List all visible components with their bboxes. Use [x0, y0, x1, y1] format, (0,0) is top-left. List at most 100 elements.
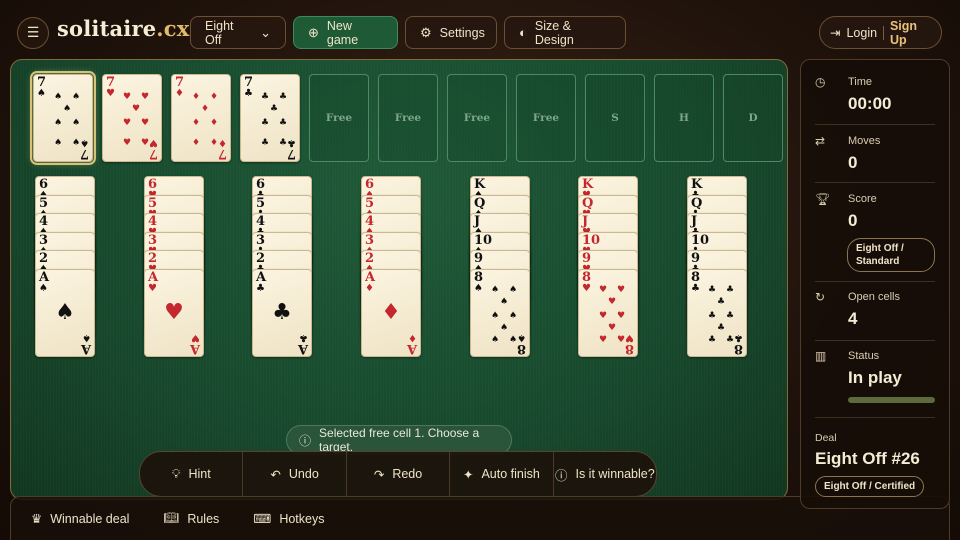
card-rank: 8: [691, 269, 701, 285]
score-stat: 🏆︎ Score 0: [815, 192, 937, 233]
empty-free-cell[interactable]: Free: [378, 74, 438, 162]
tableau-card[interactable]: A ♠ A ♠ ♠: [35, 268, 95, 357]
open-cells-stat: ↻ Open cells 4: [815, 290, 937, 331]
moves-value: 0: [848, 153, 858, 172]
empty-free-cell[interactable]: Free: [516, 74, 576, 162]
hint-button[interactable]: 💡︎ Hint: [140, 452, 244, 496]
winnable-deal-label: Winnable deal: [50, 511, 130, 526]
card-suit-corner: ♣: [734, 331, 743, 343]
undo-button[interactable]: ↶ Undo: [243, 452, 347, 496]
menu-button[interactable]: ☰: [17, 17, 49, 49]
signup-link[interactable]: Sign Up: [890, 19, 931, 47]
card-pip: ♦: [192, 118, 201, 128]
freecell-card[interactable]: 7 ♦ 7 ♦ ♦ ♦ ♦ ♦ ♦ ♦ ♦: [171, 74, 231, 162]
score-mode-badge: Eight Off / Standard: [847, 238, 935, 272]
card-pip: ♥: [132, 104, 141, 114]
card-rank: Q: [582, 195, 594, 211]
card-rank: 10: [474, 232, 493, 248]
info-icon: ⓘ: [554, 468, 568, 483]
variant-select[interactable]: Eight Off ⌄: [190, 16, 286, 49]
card-rank-corner: 7: [286, 146, 296, 161]
card-pip: ♠: [491, 284, 500, 295]
winnable-deal-link[interactable]: ♛ Winnable deal: [31, 511, 130, 527]
card-pip: ♠: [491, 310, 500, 321]
open-cells-label: Open cells: [848, 291, 900, 303]
top-bar: ☰ solitaire.cx Eight Off ⌄ ⊕ New game ⚙ …: [0, 0, 960, 62]
winnable-button[interactable]: ⓘ Is it winnable?: [554, 452, 656, 496]
card-pip: ♠: [500, 322, 509, 333]
auto-finish-button[interactable]: ✦ Auto finish: [450, 452, 554, 496]
card-suit: ♠: [39, 282, 48, 294]
freecell-card[interactable]: 7 ♣ 7 ♣ ♣ ♣ ♣ ♣ ♣ ♣ ♣: [240, 74, 300, 162]
foundation-slot[interactable]: D: [723, 74, 783, 162]
card-pip: ♠: [491, 334, 500, 345]
card-pip: ♠: [500, 296, 509, 307]
score-label: Score: [848, 193, 877, 205]
tableau-card[interactable]: A ♣ A ♣ ♣: [252, 268, 312, 357]
card-pip: ♥: [123, 92, 132, 102]
stats-sidebar: ◷ Time 00:00 ⇄ Moves 0 🏆︎ Score 0 Eight …: [800, 59, 950, 509]
size-design-button[interactable]: ◐ Size & Design: [504, 16, 626, 49]
redo-button[interactable]: ↷ Redo: [347, 452, 451, 496]
card-suit-corner: ♠: [82, 331, 91, 343]
card-pip: ♥: [608, 322, 617, 333]
card-suit-corner: ♣: [299, 331, 308, 343]
info-icon: ⓘ: [299, 433, 312, 448]
freecell-card[interactable]: 7 ♠ 7 ♠ ♠ ♠ ♠ ♠ ♠ ♠ ♠: [30, 71, 96, 165]
time-label: Time: [848, 76, 873, 88]
card-rank-corner: A: [189, 340, 200, 356]
redo-label: Redo: [392, 467, 423, 481]
card-pip: ♣: [279, 92, 288, 102]
new-game-button[interactable]: ⊕ New game: [293, 16, 398, 49]
status-value: In play: [848, 368, 902, 387]
tableau-card[interactable]: A ♦ A ♦ ♦: [361, 268, 421, 357]
card-pip: ♣: [717, 296, 726, 307]
card-pip: ♥: [608, 296, 617, 307]
login-link[interactable]: Login: [846, 26, 877, 40]
card-rank: A: [39, 269, 50, 285]
rules-link[interactable]: 📖︎ Rules: [163, 511, 219, 526]
card-pip: ♥: [599, 310, 608, 321]
hint-label: Hint: [188, 467, 211, 481]
empty-free-cell[interactable]: Free: [309, 74, 369, 162]
logo[interactable]: solitaire.cx: [57, 16, 190, 41]
open-cells-value: 4: [848, 309, 858, 328]
card-suit-corner: ♠: [517, 331, 526, 343]
gear-icon: ⚙: [420, 24, 432, 40]
card-pip: ♣: [726, 284, 735, 295]
hotkeys-link[interactable]: ⌨ Hotkeys: [253, 511, 324, 527]
card-rank-corner: 7: [217, 146, 227, 161]
card-rank-corner: 7: [79, 146, 89, 161]
card-pip: ♣: [270, 104, 279, 114]
deal-label: Deal: [815, 432, 837, 444]
card-pip: ♥: [141, 118, 150, 128]
card-pip: ♠: [72, 118, 81, 128]
freecell-card[interactable]: 7 ♥ 7 ♥ ♥ ♥ ♥ ♥ ♥ ♥ ♥: [102, 74, 162, 162]
card-rank: 5: [256, 195, 266, 211]
tableau-card[interactable]: A ♥ A ♥ ♥: [144, 268, 204, 357]
toast-text: Selected free cell 1. Choose a target.: [319, 426, 480, 454]
settings-label: Settings: [439, 25, 485, 40]
card-rank-corner: 8: [733, 340, 743, 356]
settings-button[interactable]: ⚙ Settings: [405, 16, 497, 49]
sparkle-icon: ✦: [462, 467, 474, 482]
tableau-card[interactable]: 8 ♠ 8 ♠ ♠ ♠ ♠ ♠ ♠ ♠ ♠ ♠: [470, 268, 530, 357]
card-suit-corner: ♦: [218, 137, 227, 148]
foundation-slot[interactable]: H: [654, 74, 714, 162]
bar-chart-icon: ▥: [815, 349, 827, 363]
empty-free-cell[interactable]: Free: [447, 74, 507, 162]
card-pip: ♠: [72, 138, 81, 148]
card-rank: A: [148, 269, 159, 285]
foundation-slot[interactable]: S: [585, 74, 645, 162]
tableau-card[interactable]: 8 ♥ 8 ♥ ♥ ♥ ♥ ♥ ♥ ♥ ♥ ♥: [578, 268, 638, 357]
auto-finish-label: Auto finish: [481, 467, 540, 481]
card-suit: ♥: [582, 282, 591, 294]
card-suit-corner: ♥: [191, 331, 200, 343]
card-pip: ♣: [708, 310, 717, 321]
tableau-card[interactable]: 8 ♣ 8 ♣ ♣ ♣ ♣ ♣ ♣ ♣ ♣ ♣: [687, 268, 747, 357]
card-pip: ♦: [192, 92, 201, 102]
card-pip: ♠: [54, 118, 63, 128]
card-pip: ♥: [617, 310, 626, 321]
undo-icon: ↶: [270, 467, 281, 482]
card-center-pip: ♦: [381, 299, 401, 325]
